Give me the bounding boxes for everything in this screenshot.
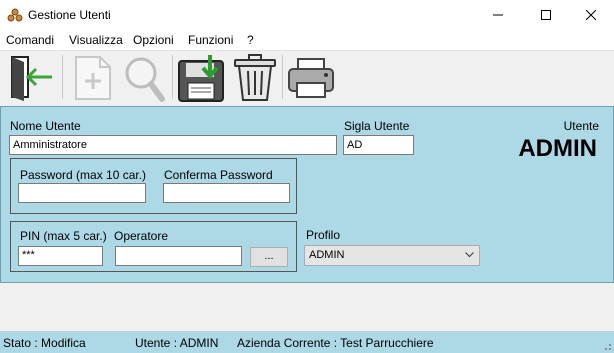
nome-utente-label: Nome Utente bbox=[10, 119, 81, 133]
password-label: Password (max 10 car.) bbox=[20, 168, 147, 182]
utente-caption: Utente bbox=[563, 119, 599, 133]
print-button[interactable] bbox=[286, 53, 336, 103]
exit-icon bbox=[11, 56, 52, 101]
status-stato: Stato : Modifica bbox=[3, 336, 86, 350]
conferma-password-label: Conferma Password bbox=[164, 168, 273, 182]
sigla-utente-label: Sigla Utente bbox=[344, 119, 410, 133]
operatore-label: Operatore bbox=[114, 229, 169, 243]
maximize-button[interactable] bbox=[523, 0, 569, 30]
toolbar bbox=[0, 50, 614, 104]
sigla-utente-input[interactable] bbox=[343, 135, 414, 155]
profilo-label: Profilo bbox=[306, 228, 341, 242]
status-bar: Stato : Modifica Utente : ADMIN Azienda … bbox=[0, 331, 614, 353]
status-utente: Utente : ADMIN bbox=[135, 336, 219, 350]
password-input[interactable] bbox=[18, 183, 146, 203]
operatore-browse-button[interactable]: ... bbox=[250, 247, 288, 267]
menu-help[interactable]: ? bbox=[247, 33, 254, 47]
password-group: Password (max 10 car.) Conferma Password bbox=[10, 158, 297, 214]
resize-grip-icon[interactable] bbox=[602, 341, 612, 351]
menu-comandi[interactable]: Comandi bbox=[6, 33, 54, 47]
user-form-panel: Nome Utente Sigla Utente Utente ADMIN Pa… bbox=[0, 106, 614, 283]
toolbar-separator bbox=[62, 55, 63, 99]
window-title: Gestione Utenti bbox=[28, 8, 111, 22]
close-button[interactable] bbox=[568, 0, 614, 30]
search-icon bbox=[125, 57, 165, 102]
chevron-down-icon bbox=[465, 252, 474, 258]
minimize-icon bbox=[493, 14, 503, 16]
app-icon bbox=[7, 7, 23, 23]
utente-display: ADMIN bbox=[518, 135, 597, 162]
menu-visualizza[interactable]: Visualizza bbox=[69, 33, 123, 47]
operatore-input[interactable] bbox=[115, 246, 242, 266]
conferma-password-input[interactable] bbox=[163, 183, 290, 203]
search-button[interactable] bbox=[120, 53, 170, 103]
close-icon bbox=[586, 10, 596, 20]
profilo-select[interactable]: ADMIN bbox=[304, 245, 480, 266]
profilo-selected-value: ADMIN bbox=[309, 249, 345, 261]
title-bar: Gestione Utenti bbox=[0, 0, 614, 30]
exit-button[interactable] bbox=[6, 53, 56, 103]
menu-funzioni[interactable]: Funzioni bbox=[188, 33, 233, 47]
nome-utente-input[interactable] bbox=[9, 135, 337, 155]
menu-opzioni[interactable]: Opzioni bbox=[133, 33, 174, 47]
minimize-button[interactable] bbox=[475, 0, 521, 30]
toolbar-separator bbox=[282, 55, 283, 99]
printer-icon bbox=[288, 58, 334, 98]
pin-label: PIN (max 5 car.) bbox=[20, 229, 107, 243]
toolbar-separator bbox=[172, 55, 173, 99]
trash-icon bbox=[234, 54, 276, 101]
status-azienda: Azienda Corrente : Test Parrucchiere bbox=[237, 336, 434, 350]
new-document-icon bbox=[75, 56, 111, 100]
pin-input[interactable]: *** bbox=[18, 246, 103, 266]
save-button[interactable] bbox=[176, 53, 226, 103]
menu-bar: Comandi Visualizza Opzioni Funzioni ? bbox=[0, 30, 614, 50]
delete-button[interactable] bbox=[230, 53, 280, 103]
maximize-icon bbox=[541, 10, 551, 20]
pin-group: PIN (max 5 car.) *** Operatore ... bbox=[10, 221, 297, 272]
save-icon bbox=[178, 55, 224, 102]
new-button[interactable] bbox=[68, 53, 118, 103]
